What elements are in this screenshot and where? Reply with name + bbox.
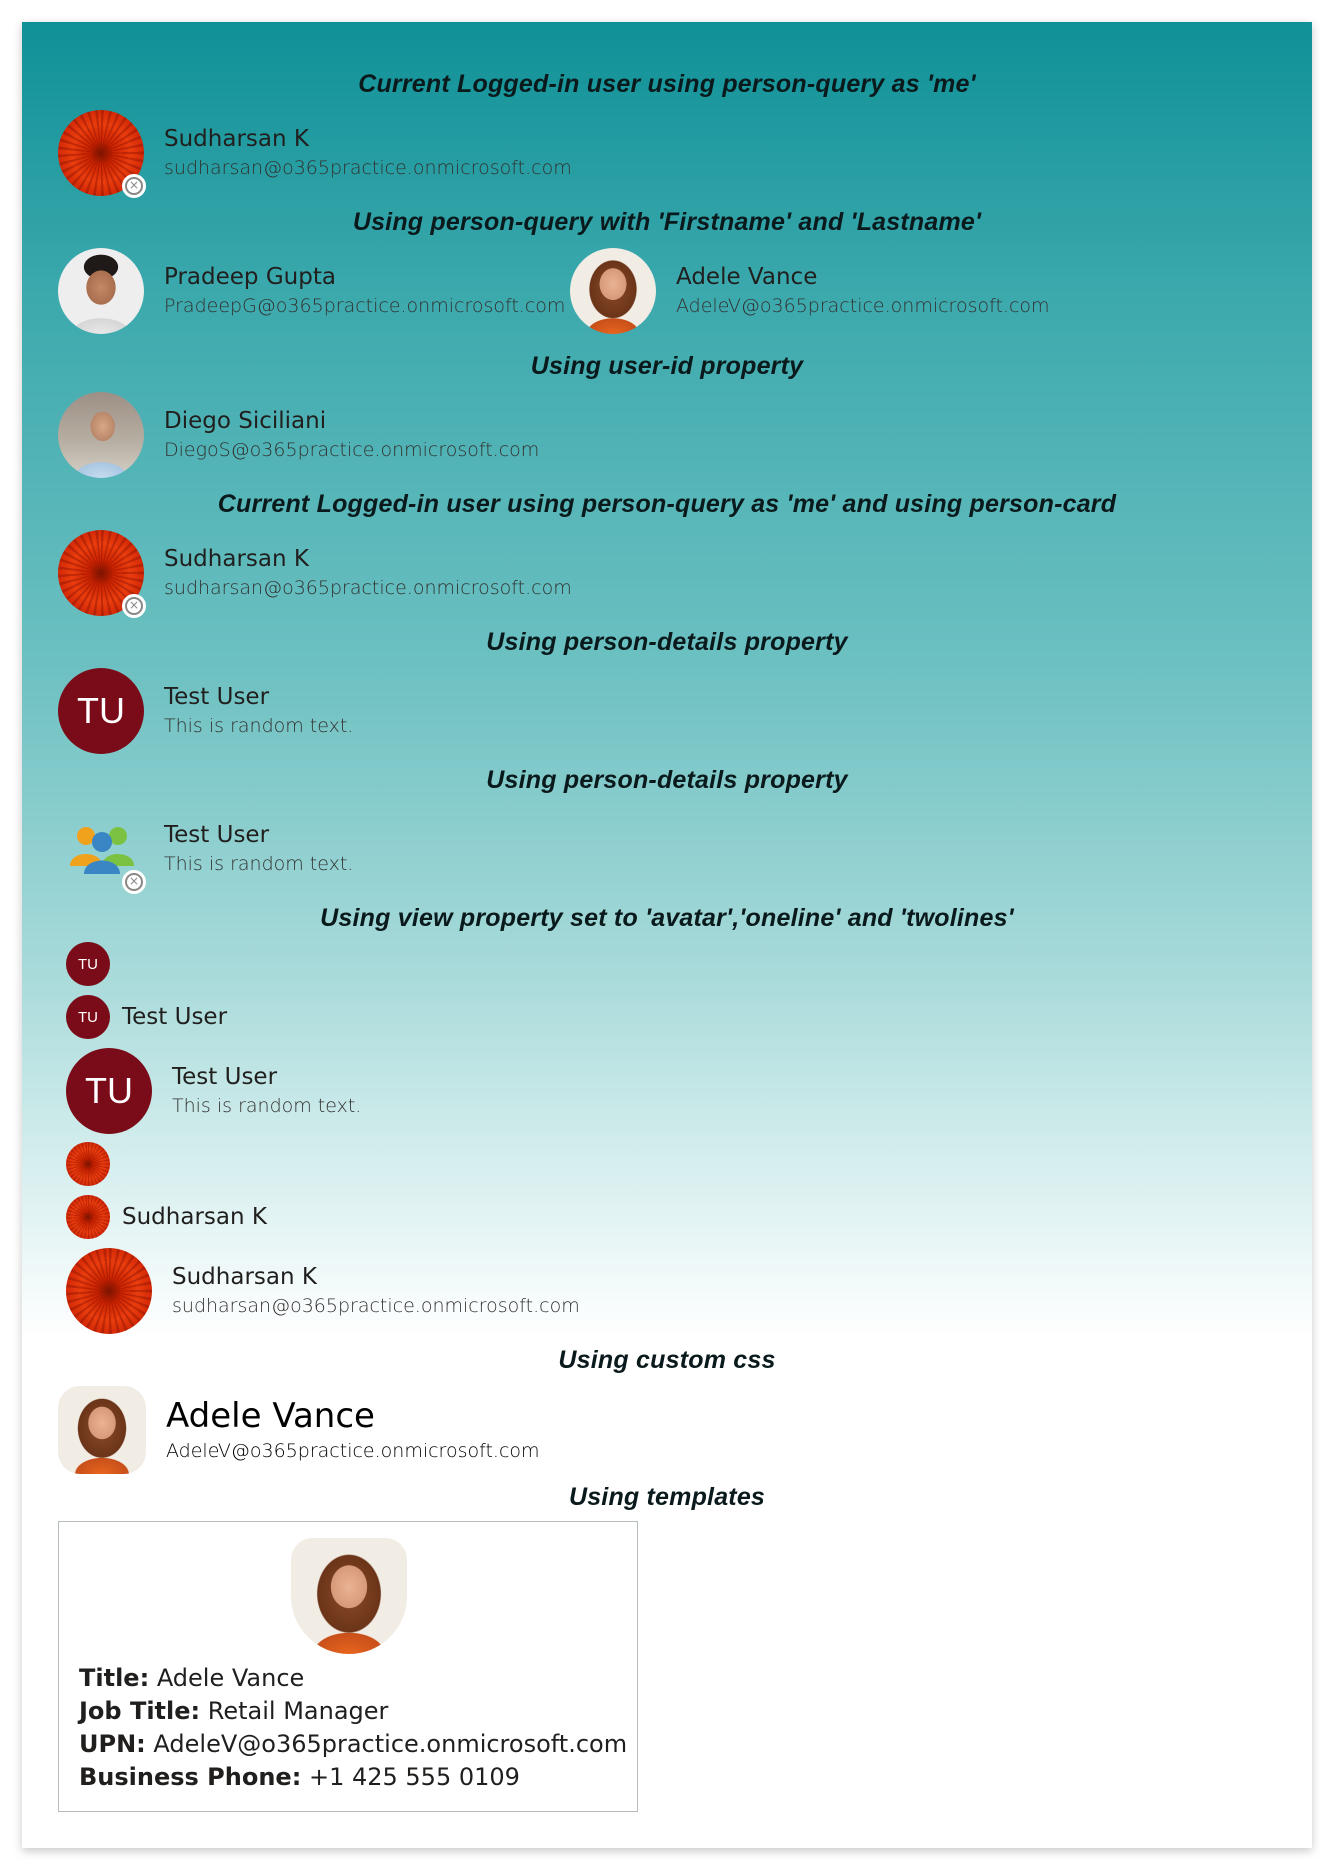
person-name: Diego Siciliani — [164, 408, 327, 434]
avatar — [58, 110, 146, 198]
person-email: sudharsan@o365practice.onmicrosoft.com — [164, 157, 572, 179]
avatar-initials: TU — [66, 1048, 152, 1134]
avatar-initials: TU — [66, 942, 110, 986]
presence-offline-icon — [122, 870, 146, 894]
template-row-phone: Business Phone: +1 425 555 0109 — [79, 1763, 520, 1791]
person-email: DiegoS@o365practice.onmicrosoft.com — [164, 439, 540, 461]
person-me-twolines-view[interactable]: Sudharsan K sudharsan@o365practice.onmic… — [66, 1248, 580, 1334]
person-adele-custom[interactable]: Adele Vance AdeleV@o365practice.onmicros… — [58, 1386, 540, 1474]
person-name: Test User — [164, 822, 270, 848]
section-heading-details-2: Using person-details property — [486, 766, 848, 794]
section-heading-names: Using person-query with 'Firstname' and … — [352, 208, 982, 236]
template-row-job-title: Job Title: Retail Manager — [79, 1697, 389, 1725]
section-heading-css: Using custom css — [558, 1346, 776, 1374]
presence-offline-icon — [122, 174, 146, 198]
avatar — [66, 1195, 110, 1239]
person-adele[interactable]: Adele Vance AdeleV@o365practice.onmicros… — [570, 248, 1050, 334]
section-heading-me: Current Logged-in user using person-quer… — [358, 70, 976, 98]
person-email: AdeleV@o365practice.onmicrosoft.com — [166, 1440, 540, 1462]
avatar — [66, 1142, 110, 1186]
section-heading-userid: Using user-id property — [530, 352, 804, 380]
person-test-2[interactable]: Test User This is random text. — [58, 806, 354, 894]
person-text: This is random text. — [172, 1095, 362, 1117]
avatar — [58, 248, 144, 334]
person-text: This is random text. — [164, 853, 354, 875]
person-me-card[interactable]: Sudharsan K sudharsan@o365practice.onmic… — [58, 530, 572, 618]
template-card[interactable]: Title: Adele Vance Job Title: Retail Man… — [58, 1521, 638, 1812]
avatar — [66, 1248, 152, 1334]
person-test-avatar-view[interactable]: TU — [66, 942, 110, 986]
person-me[interactable]: Sudharsan K sudharsan@o365practice.onmic… — [58, 110, 572, 198]
section-heading-templates: Using templates — [568, 1483, 766, 1511]
person-test-oneline-view[interactable]: TU Test User — [66, 995, 227, 1039]
person-name: Sudharsan K — [164, 126, 309, 152]
presence-offline-icon — [122, 594, 146, 618]
person-test-1[interactable]: TU Test User This is random text. — [58, 668, 353, 754]
person-pradeep[interactable]: Pradeep Gupta PradeepG@o365practice.onmi… — [58, 248, 565, 334]
person-name: Pradeep Gupta — [164, 264, 336, 290]
person-email: AdeleV@o365practice.onmicrosoft.com — [676, 295, 1050, 317]
person-email: PradeepG@o365practice.onmicrosoft.com — [164, 295, 566, 317]
person-me-avatar-view[interactable] — [66, 1142, 110, 1186]
person-diego[interactable]: Diego Siciliani DiegoS@o365practice.onmi… — [58, 392, 539, 478]
person-text: This is random text. — [164, 715, 354, 737]
avatar-initials: TU — [58, 668, 144, 754]
person-email: sudharsan@o365practice.onmicrosoft.com — [164, 577, 572, 599]
avatar — [58, 530, 146, 618]
person-me-oneline-view[interactable]: Sudharsan K — [66, 1195, 267, 1239]
section-heading-view: Using view property set to 'avatar','one… — [320, 904, 1014, 932]
person-name: Adele Vance — [676, 264, 818, 290]
person-test-twolines-view[interactable]: TU Test User This is random text. — [66, 1048, 361, 1134]
group-people-icon — [58, 806, 146, 894]
section-heading-details-1: Using person-details property — [486, 628, 848, 656]
avatar — [58, 1386, 146, 1474]
avatar — [58, 392, 144, 478]
person-name: Sudharsan K — [172, 1264, 317, 1290]
person-name: Test User — [172, 1064, 278, 1090]
avatar — [291, 1538, 407, 1654]
avatar — [570, 248, 656, 334]
person-name: Sudharsan K — [164, 546, 309, 572]
person-email: sudharsan@o365practice.onmicrosoft.com — [172, 1295, 580, 1317]
avatar-initials: TU — [66, 995, 110, 1039]
section-heading-card: Current Logged-in user using person-quer… — [217, 490, 1117, 518]
person-name: Test User — [122, 1004, 228, 1030]
person-name: Test User — [164, 684, 270, 710]
person-name: Adele Vance — [166, 1396, 375, 1436]
template-row-title: Title: Adele Vance — [79, 1664, 305, 1692]
person-name: Sudharsan K — [122, 1204, 267, 1230]
template-row-upn: UPN: AdeleV@o365practice.onmicrosoft.com — [79, 1730, 628, 1758]
